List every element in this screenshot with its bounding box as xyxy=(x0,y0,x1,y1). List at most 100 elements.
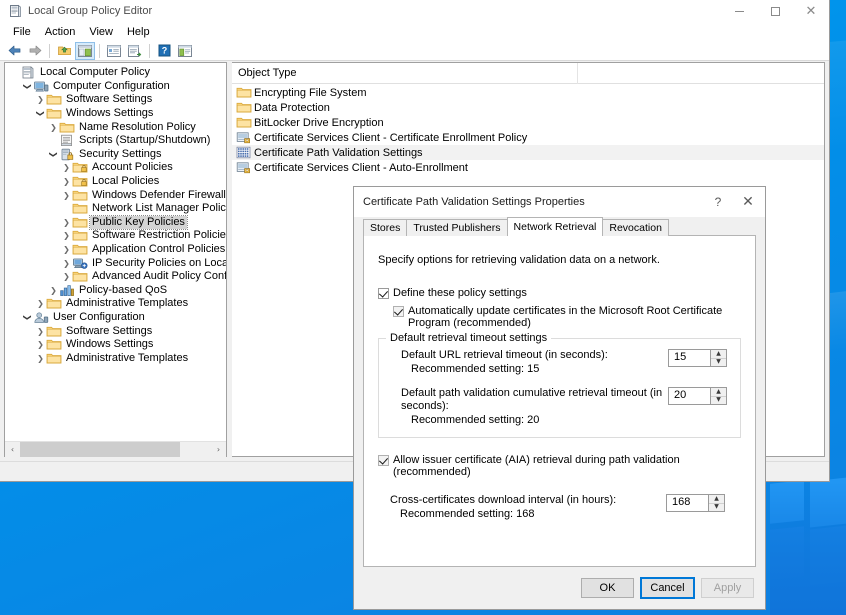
tree-node-windows-defender-firewall-with-adv[interactable]: ❯Windows Defender Firewall with Adv xyxy=(5,188,226,202)
chevron-right-icon[interactable]: ❯ xyxy=(61,243,72,256)
chevron-right-icon[interactable]: ❯ xyxy=(48,284,59,297)
table-row[interactable]: Certificate Services Client - Certificat… xyxy=(232,130,824,145)
properties-icon[interactable] xyxy=(104,42,124,60)
column-header-blank[interactable] xyxy=(578,63,824,84)
spinner-down-icon[interactable]: ▼ xyxy=(711,397,726,405)
tree-node-administrative-templates[interactable]: ❯Administrative Templates xyxy=(5,351,226,365)
menu-view[interactable]: View xyxy=(82,24,120,40)
auto-update-certificates-row[interactable]: Automatically update certificates in the… xyxy=(393,305,741,329)
help-question-icon[interactable]: ? xyxy=(705,187,731,217)
tab-trusted-publishers[interactable]: Trusted Publishers xyxy=(406,219,507,236)
define-policy-settings-checkbox[interactable] xyxy=(378,288,389,299)
chevron-down-icon[interactable]: ❯ xyxy=(47,149,60,160)
spinner-up-icon[interactable]: ▲ xyxy=(711,350,726,359)
table-row[interactable]: Encrypting File System xyxy=(232,85,824,100)
ok-button[interactable]: OK xyxy=(581,578,634,598)
scrollbar-thumb[interactable] xyxy=(20,442,180,457)
tree-node-software-restriction-policies[interactable]: ❯Software Restriction Policies xyxy=(5,229,226,243)
chevron-right-icon[interactable]: ❯ xyxy=(35,338,46,351)
define-policy-settings-row[interactable]: Define these policy settings xyxy=(378,287,741,299)
chevron-down-icon[interactable]: ❯ xyxy=(21,81,34,92)
apply-button[interactable]: Apply xyxy=(701,578,754,598)
tree-node-user-configuration[interactable]: ❯User Configuration xyxy=(5,311,226,325)
table-row[interactable]: Certificate Path Validation Settings xyxy=(232,145,824,160)
menu-action[interactable]: Action xyxy=(38,24,83,40)
tree-node-public-key-policies[interactable]: ❯Public Key Policies xyxy=(5,216,226,230)
maximize-button[interactable] xyxy=(757,0,793,22)
show-hide-tree-icon[interactable] xyxy=(75,42,95,60)
tree-horizontal-scrollbar[interactable]: ‹ › xyxy=(5,441,226,456)
up-one-level-icon[interactable] xyxy=(54,42,74,60)
scroll-left-arrow-icon[interactable]: ‹ xyxy=(5,442,20,457)
tree-node-security-settings[interactable]: ❯Security Settings xyxy=(5,148,226,162)
chevron-right-icon[interactable]: ❯ xyxy=(35,93,46,106)
auto-update-certificates-checkbox[interactable] xyxy=(393,306,404,317)
table-row[interactable]: Data Protection xyxy=(232,100,824,115)
show-hide-console-tree-icon[interactable] xyxy=(175,42,195,60)
allow-aia-retrieval-checkbox[interactable] xyxy=(378,455,389,466)
tree-node-windows-settings[interactable]: ❯Windows Settings xyxy=(5,338,226,352)
menu-help[interactable]: Help xyxy=(120,24,157,40)
tree-node-scripts-startup-shutdown[interactable]: Scripts (Startup/Shutdown) xyxy=(5,134,226,148)
chevron-right-icon[interactable]: ❯ xyxy=(61,216,72,229)
chevron-right-icon[interactable]: ❯ xyxy=(61,257,72,270)
spinner-down-icon[interactable]: ▼ xyxy=(711,359,726,367)
table-row[interactable]: Certificate Services Client - Auto-Enrol… xyxy=(232,160,824,175)
tree-node-advanced-audit-policy-configuration[interactable]: ❯Advanced Audit Policy Configuration xyxy=(5,270,226,284)
tree-node-account-policies[interactable]: ❯Account Policies xyxy=(5,161,226,175)
url-retrieval-timeout-spinner[interactable]: 15 ▲ ▼ xyxy=(668,349,727,367)
table-row[interactable]: BitLocker Drive Encryption xyxy=(232,115,824,130)
scroll-right-arrow-icon[interactable]: › xyxy=(211,442,226,457)
chevron-right-icon[interactable]: ❯ xyxy=(61,229,72,242)
path-validation-timeout-spinner[interactable]: 20 ▲ ▼ xyxy=(668,387,727,405)
spinner-up-icon[interactable]: ▲ xyxy=(709,495,724,504)
tab-stores[interactable]: Stores xyxy=(363,219,407,236)
chevron-right-icon[interactable]: ❯ xyxy=(35,352,46,365)
cross-certificates-spin-buttons[interactable]: ▲ ▼ xyxy=(708,494,725,512)
tree-node-local-policies[interactable]: ❯Local Policies xyxy=(5,175,226,189)
export-list-icon[interactable] xyxy=(125,42,145,60)
url-retrieval-timeout-input[interactable]: 15 xyxy=(668,349,710,367)
chevron-right-icon[interactable]: ❯ xyxy=(61,189,72,202)
tree-node-computer-configuration[interactable]: ❯Computer Configuration xyxy=(5,80,226,94)
tree-node-software-settings[interactable]: ❯Software Settings xyxy=(5,93,226,107)
url-retrieval-timeout-spin-buttons[interactable]: ▲ ▼ xyxy=(710,349,727,367)
back-arrow-icon[interactable] xyxy=(4,42,24,60)
path-validation-timeout-input[interactable]: 20 xyxy=(668,387,710,405)
menu-file[interactable]: File xyxy=(6,24,38,40)
tree-node-network-list-manager-policies[interactable]: Network List Manager Policies xyxy=(5,202,226,216)
cancel-button[interactable]: Cancel xyxy=(641,578,694,598)
tree-node-windows-settings[interactable]: ❯Windows Settings xyxy=(5,107,226,121)
forward-arrow-icon[interactable] xyxy=(25,42,45,60)
scrollbar-track[interactable] xyxy=(20,442,211,457)
spinner-down-icon[interactable]: ▼ xyxy=(709,504,724,512)
chevron-down-icon[interactable]: ❯ xyxy=(21,312,34,323)
tab-revocation[interactable]: Revocation xyxy=(602,219,669,236)
allow-aia-retrieval-row[interactable]: Allow issuer certificate (AIA) retrieval… xyxy=(378,454,741,478)
chevron-right-icon[interactable]: ❯ xyxy=(61,175,72,188)
chevron-down-icon[interactable]: ❯ xyxy=(34,108,47,119)
tab-network-retrieval[interactable]: Network Retrieval xyxy=(507,217,604,236)
tree-node-administrative-templates[interactable]: ❯Administrative Templates xyxy=(5,297,226,311)
chevron-right-icon[interactable]: ❯ xyxy=(35,325,46,338)
chevron-right-icon[interactable]: ❯ xyxy=(61,270,72,283)
minimize-button[interactable] xyxy=(721,0,757,22)
tree-node-ip-security-policies-on-local-comput[interactable]: ❯IP Security Policies on Local Comput xyxy=(5,256,226,270)
close-button[interactable]: ✕ xyxy=(793,0,829,22)
cross-certificates-input[interactable]: 168 xyxy=(666,494,708,512)
tree-node-software-settings[interactable]: ❯Software Settings xyxy=(5,324,226,338)
tree-node-application-control-policies[interactable]: ❯Application Control Policies xyxy=(5,243,226,257)
dialog-close-icon[interactable]: ✕ xyxy=(731,187,765,217)
tree-node-policy-based-qos[interactable]: ❯Policy-based QoS xyxy=(5,284,226,298)
tree-node-local-computer-policy[interactable]: Local Computer Policy xyxy=(5,66,226,80)
cross-certificates-spinner[interactable]: 168 ▲ ▼ xyxy=(666,494,725,512)
chevron-right-icon[interactable]: ❯ xyxy=(35,297,46,310)
chevron-right-icon[interactable]: ❯ xyxy=(61,161,72,174)
help-icon[interactable]: ? xyxy=(154,42,174,60)
column-header-object-type[interactable]: Object Type xyxy=(232,63,578,84)
console-tree[interactable]: Local Computer Policy❯Computer Configura… xyxy=(5,63,226,441)
spinner-up-icon[interactable]: ▲ xyxy=(711,388,726,397)
chevron-right-icon[interactable]: ❯ xyxy=(48,121,59,134)
tree-node-name-resolution-policy[interactable]: ❯Name Resolution Policy xyxy=(5,120,226,134)
path-validation-timeout-spin-buttons[interactable]: ▲ ▼ xyxy=(710,387,727,405)
